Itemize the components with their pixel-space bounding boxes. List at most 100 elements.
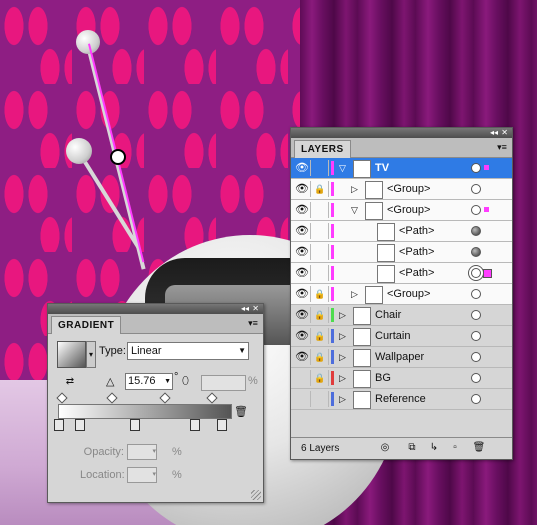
- new-layer-icon[interactable]: ▫: [448, 442, 462, 454]
- gradient-type-select[interactable]: Linear ▼: [127, 342, 249, 360]
- sublayer-row[interactable]: 👁 ▽ <Group>: [291, 200, 512, 221]
- chevron-down-icon[interactable]: ▽: [339, 163, 346, 173]
- visibility-eye-icon[interactable]: 👁: [294, 349, 311, 365]
- target-circle-icon[interactable]: [471, 205, 481, 215]
- visibility-eye-icon[interactable]: 👁: [294, 307, 311, 323]
- visibility-eye-icon[interactable]: [294, 370, 311, 386]
- delete-stop-icon[interactable]: 🗑: [234, 405, 248, 418]
- sublayer-row[interactable]: 👁 <Path>: [291, 221, 512, 242]
- lock-icon[interactable]: [312, 265, 329, 281]
- target-circle-icon[interactable]: [471, 373, 481, 383]
- layer-color-swatch: [331, 287, 334, 301]
- panel-menu-icon[interactable]: ▾≡: [247, 318, 259, 328]
- reverse-gradient-icon[interactable]: ⇄: [61, 374, 79, 390]
- layer-row[interactable]: 🔒 ▷ BG: [291, 368, 512, 389]
- chevron-down-icon[interactable]: ▽: [351, 205, 358, 215]
- target-circle-icon[interactable]: [471, 289, 481, 299]
- layer-color-swatch: [331, 224, 334, 238]
- gradient-midpoint[interactable]: [159, 392, 171, 404]
- layer-row[interactable]: 👁 🔒 ▷ Curtain: [291, 326, 512, 347]
- lock-icon[interactable]: 🔒: [312, 286, 329, 302]
- sublayer-row[interactable]: 👁 🔒 ▷ <Group>: [291, 179, 512, 200]
- tab-gradient[interactable]: GRADIENT: [51, 316, 122, 334]
- visibility-eye-icon[interactable]: 👁: [294, 265, 311, 281]
- chevron-right-icon[interactable]: ▷: [339, 394, 346, 404]
- gradient-stop[interactable]: [74, 419, 85, 431]
- lock-icon[interactable]: 🔒: [312, 307, 329, 323]
- close-panel-icon[interactable]: ✕: [501, 128, 508, 138]
- chevron-right-icon[interactable]: ▷: [339, 310, 346, 320]
- layer-row[interactable]: ▷ Reference: [291, 389, 512, 410]
- layer-row[interactable]: 👁 ▽ TV: [291, 158, 512, 179]
- gradient-stop[interactable]: [189, 419, 200, 431]
- layers-panel-titlebar[interactable]: ◂◂ ✕: [291, 128, 512, 138]
- gradient-stop[interactable]: [129, 419, 140, 431]
- layer-row[interactable]: 👁 🔒 ▷ Wallpaper: [291, 347, 512, 368]
- delete-layer-icon[interactable]: 🗑: [472, 442, 486, 454]
- chevron-right-icon[interactable]: ▷: [351, 289, 358, 299]
- visibility-eye-icon[interactable]: 👁: [294, 286, 311, 302]
- target-circle-icon[interactable]: [471, 394, 481, 404]
- target-circle-icon[interactable]: [471, 163, 481, 173]
- lock-icon[interactable]: [312, 391, 329, 407]
- gradient-midpoint[interactable]: [205, 392, 218, 404]
- target-circle-icon[interactable]: [471, 310, 481, 320]
- angle-field[interactable]: 15.76 ▼: [125, 373, 173, 390]
- gradient-slider-bar[interactable]: [58, 404, 232, 419]
- lock-icon[interactable]: [312, 223, 329, 239]
- collapse-panel-icon[interactable]: ◂◂: [490, 128, 498, 138]
- gradient-swatch-dropdown[interactable]: ▾: [86, 341, 96, 368]
- lock-icon[interactable]: 🔒: [312, 181, 329, 197]
- make-clipping-mask-icon[interactable]: ⧉: [405, 442, 419, 454]
- layer-thumbnail: [353, 349, 371, 367]
- layer-thumbnail: [353, 328, 371, 346]
- selection-indicator[interactable]: [483, 269, 492, 278]
- lock-icon[interactable]: 🔒: [312, 370, 329, 386]
- target-circle-icon[interactable]: [471, 331, 481, 341]
- layer-color-swatch: [331, 329, 334, 343]
- lock-icon[interactable]: [312, 202, 329, 218]
- chevron-right-icon[interactable]: ▷: [339, 373, 346, 383]
- visibility-eye-icon[interactable]: 👁: [294, 160, 311, 176]
- chevron-right-icon[interactable]: ▷: [339, 352, 346, 362]
- gradient-preview-swatch[interactable]: [57, 341, 86, 368]
- visibility-eye-icon[interactable]: [294, 391, 311, 407]
- target-circle-icon[interactable]: [471, 184, 481, 194]
- selection-indicator[interactable]: [484, 207, 489, 212]
- gradient-midpoint[interactable]: [56, 392, 68, 404]
- target-circle-icon[interactable]: [471, 226, 481, 236]
- close-panel-icon[interactable]: ✕: [252, 304, 259, 314]
- resize-grip-icon[interactable]: [251, 490, 261, 500]
- lock-icon[interactable]: [312, 244, 329, 260]
- visibility-eye-icon[interactable]: 👁: [294, 223, 311, 239]
- visibility-eye-icon[interactable]: 👁: [294, 244, 311, 260]
- sublayer-row[interactable]: 👁 🔒 ▷ <Group>: [291, 284, 512, 305]
- selection-indicator[interactable]: [484, 165, 489, 170]
- visibility-eye-icon[interactable]: 👁: [294, 202, 311, 218]
- chevron-right-icon[interactable]: ▷: [351, 184, 358, 194]
- new-sublayer-icon[interactable]: ↳: [427, 442, 441, 454]
- lock-icon[interactable]: 🔒: [312, 328, 329, 344]
- degree-symbol: °: [174, 371, 179, 383]
- sublayer-row[interactable]: 👁 <Path>: [291, 242, 512, 263]
- tab-layers[interactable]: LAYERS: [294, 140, 351, 158]
- layer-count: 6 Layers: [301, 443, 340, 454]
- locate-object-icon[interactable]: ◎: [378, 442, 392, 454]
- panel-menu-icon[interactable]: ▾≡: [496, 142, 508, 152]
- collapse-panel-icon[interactable]: ◂◂: [241, 304, 249, 314]
- target-circle-icon[interactable]: [471, 247, 481, 257]
- target-circle-icon[interactable]: [471, 268, 481, 278]
- gradient-midpoint[interactable]: [106, 392, 118, 404]
- visibility-eye-icon[interactable]: 👁: [294, 328, 311, 344]
- gradient-stop[interactable]: [54, 419, 64, 431]
- gradient-stop[interactable]: [217, 419, 228, 431]
- lock-icon[interactable]: [312, 160, 329, 176]
- sublayer-row[interactable]: 👁 <Path>: [291, 263, 512, 284]
- tv-antenna-ball-right: [76, 30, 100, 54]
- chevron-right-icon[interactable]: ▷: [339, 331, 346, 341]
- lock-icon[interactable]: 🔒: [312, 349, 329, 365]
- layer-row[interactable]: 👁 🔒 ▷ Chair: [291, 305, 512, 326]
- target-circle-icon[interactable]: [471, 352, 481, 362]
- gradient-panel-titlebar[interactable]: ◂◂ ✕: [48, 304, 263, 314]
- visibility-eye-icon[interactable]: 👁: [294, 181, 311, 197]
